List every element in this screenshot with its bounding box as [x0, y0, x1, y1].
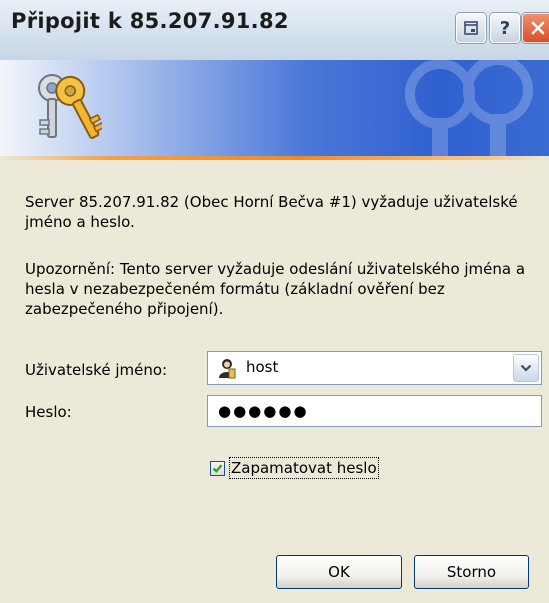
remember-password-label: Zapamatovat heslo — [229, 457, 379, 479]
remember-password-checkbox[interactable]: Zapamatovat heslo — [210, 456, 379, 480]
window-title: Připojit k 85.207.91.82 — [11, 9, 289, 33]
keys-icon — [38, 74, 102, 140]
login-dialog: Připojit k 85.207.91.82 ? Server 85.207.… — [0, 0, 549, 603]
help-icon: ? — [499, 17, 511, 39]
chevron-down-icon — [520, 364, 532, 372]
warning-message: Upozornění: Tento server vyžaduje odeslá… — [25, 260, 526, 318]
checkmark-icon — [212, 463, 223, 473]
password-field[interactable]: ●●●●●● — [207, 395, 542, 427]
password-label: Heslo: — [25, 403, 72, 421]
title-bar[interactable]: Připojit k 85.207.91.82 ? — [0, 0, 549, 61]
restore-button[interactable] — [456, 13, 486, 43]
checkbox-box[interactable] — [210, 460, 225, 476]
ok-button[interactable]: OK — [276, 555, 402, 589]
username-combobox[interactable]: host — [207, 351, 542, 385]
keys-watermark-icon — [405, 60, 533, 156]
close-button[interactable] — [522, 13, 549, 43]
username-value: host — [246, 358, 279, 376]
username-dropdown-button[interactable] — [513, 354, 539, 382]
dialog-banner — [0, 60, 549, 156]
dialog-content: Server 85.207.91.82 (Obec Horní Bečva #1… — [0, 160, 549, 603]
close-icon — [531, 21, 545, 35]
server-message: Server 85.207.91.82 (Obec Horní Bečva #1… — [25, 193, 518, 231]
user-icon — [219, 359, 236, 379]
cancel-button[interactable]: Storno — [414, 555, 529, 589]
restore-icon — [464, 21, 478, 35]
username-label: Uživatelské jméno: — [25, 361, 168, 379]
help-button[interactable]: ? — [490, 13, 520, 43]
